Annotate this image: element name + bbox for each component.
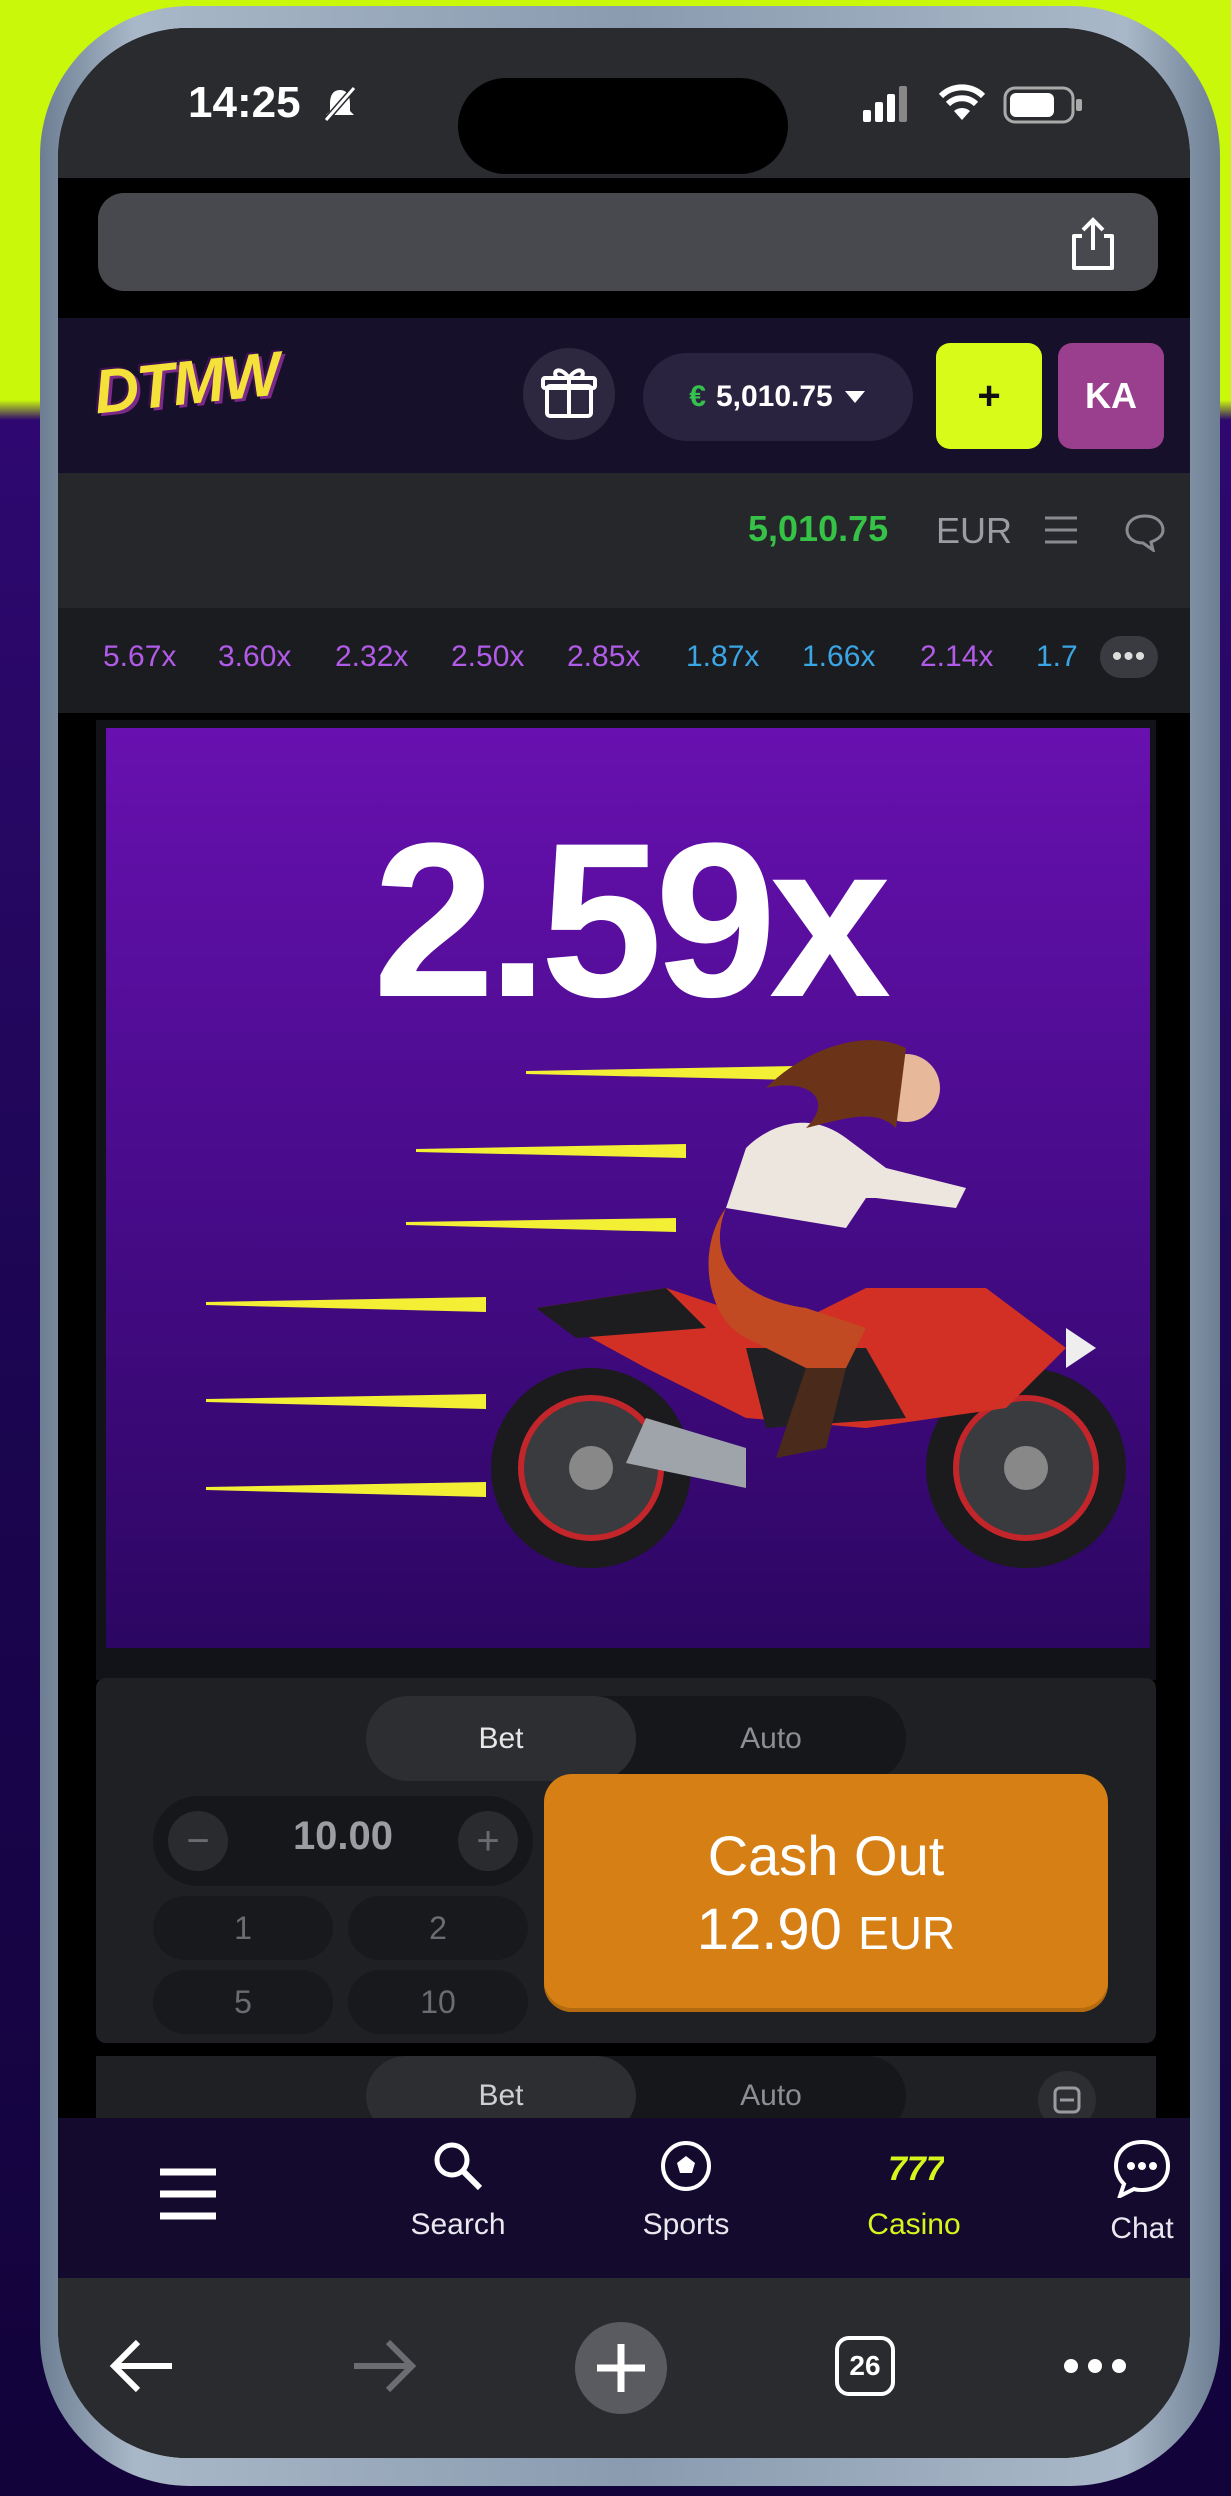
menu-icon[interactable] (1043, 514, 1079, 546)
cash-out-button[interactable]: Cash Out 12.90 EUR (544, 1774, 1108, 2012)
game-currency: EUR (936, 510, 1013, 551)
deposit-button[interactable]: + (936, 343, 1042, 449)
tab-auto[interactable]: Auto (636, 1696, 906, 1781)
balance-value: 5,010.75 (715, 380, 833, 413)
bet-amount-stepper: − 10.00 + (153, 1796, 533, 1886)
cash-out-currency: EUR (858, 1907, 956, 1959)
history-multiplier: 3.60x (218, 640, 292, 673)
history-multiplier: 5.67x (103, 640, 177, 673)
balance-dropdown[interactable]: € 5,010.75 (643, 353, 913, 441)
slot-777-icon: 777 (888, 2150, 947, 2188)
nav-casino-label: Casino (867, 2208, 961, 2241)
forward-arrow-icon[interactable] (348, 2336, 418, 2396)
bell-muted-icon (323, 86, 357, 122)
history-multiplier: 2.32x (335, 640, 409, 673)
share-icon[interactable] (1068, 216, 1118, 272)
search-icon (434, 2142, 483, 2191)
phone-screen: 14:25 DTMW € 5,010.75 + KA 5,010.75 EUR … (58, 28, 1190, 2458)
hamburger-menu-icon (160, 2168, 216, 2220)
soccer-ball-icon (661, 2141, 711, 2191)
gift-icon (541, 368, 597, 418)
history-multiplier: 1.87x (686, 640, 760, 673)
quick-amount-5[interactable]: 5 (153, 1970, 333, 2034)
avatar[interactable]: KA (1058, 343, 1164, 449)
signal-icon (863, 86, 907, 122)
battery-icon (1003, 86, 1082, 124)
more-history-button[interactable]: ••• (1100, 636, 1158, 678)
tab-bet[interactable]: Bet (366, 1696, 636, 1781)
quick-amount-2[interactable]: 2 (348, 1896, 528, 1960)
game-arena: 2.59x (106, 728, 1150, 1648)
game-balance: 5,010.75 (748, 508, 889, 549)
nav-chat-label: Chat (1110, 2212, 1174, 2245)
new-tab-plus-icon[interactable] (573, 2320, 669, 2416)
address-bar[interactable] (98, 193, 1158, 291)
game-header (58, 473, 1190, 608)
bet-amount-input[interactable]: 10.00 (243, 1814, 443, 1859)
quick-amount-10[interactable]: 10 (348, 1970, 528, 2034)
gift-button[interactable] (523, 348, 615, 440)
motorcycle-rider-illustration (206, 1040, 1126, 1568)
status-time: 14:25 (188, 78, 301, 127)
back-arrow-icon[interactable] (108, 2336, 178, 2396)
nav-menu[interactable] (98, 2166, 278, 2230)
nav-chat[interactable]: Chat (1052, 2138, 1190, 2246)
cash-out-amount-row: 12.90 EUR (697, 1896, 955, 1963)
bet-mode-tabs: Bet Auto (366, 1696, 906, 1781)
history-multiplier: 1.66x (802, 640, 876, 673)
history-multiplier: 1.7 (1036, 640, 1078, 673)
nav-sports-label: Sports (642, 2208, 730, 2241)
cash-out-amount: 12.90 (696, 1897, 842, 1962)
nav-search-label: Search (410, 2208, 506, 2241)
tabs-count-button[interactable]: 26 (835, 2336, 895, 2396)
history-multiplier: 2.14x (920, 640, 994, 673)
history-multiplier: 2.50x (451, 640, 525, 673)
decrease-bet-button[interactable]: − (168, 1811, 228, 1871)
cash-out-label: Cash Out (707, 1824, 945, 1887)
currency-symbol: € (689, 380, 706, 413)
chat-icon[interactable] (1123, 512, 1167, 552)
multiplier-history: 5.67x 3.60x 2.32x 2.50x 2.85x 1.87x 1.66x 2.14x… (58, 608, 1190, 713)
nav-casino[interactable]: 777 Casino (824, 2138, 1004, 2242)
more-options-icon[interactable] (1063, 2356, 1127, 2376)
svg-text:777: 777 (888, 2150, 944, 2188)
nav-search[interactable]: Search (368, 2138, 548, 2242)
chat-bubble-icon (1113, 2139, 1171, 2200)
chevron-down-icon (844, 391, 865, 403)
wifi-icon (938, 84, 986, 120)
nav-sports[interactable]: Sports (596, 2138, 776, 2242)
increase-bet-button[interactable]: + (458, 1811, 518, 1871)
history-multiplier: 2.85x (567, 640, 641, 673)
quick-amount-1[interactable]: 1 (153, 1896, 333, 1960)
dynamic-island (458, 78, 788, 174)
